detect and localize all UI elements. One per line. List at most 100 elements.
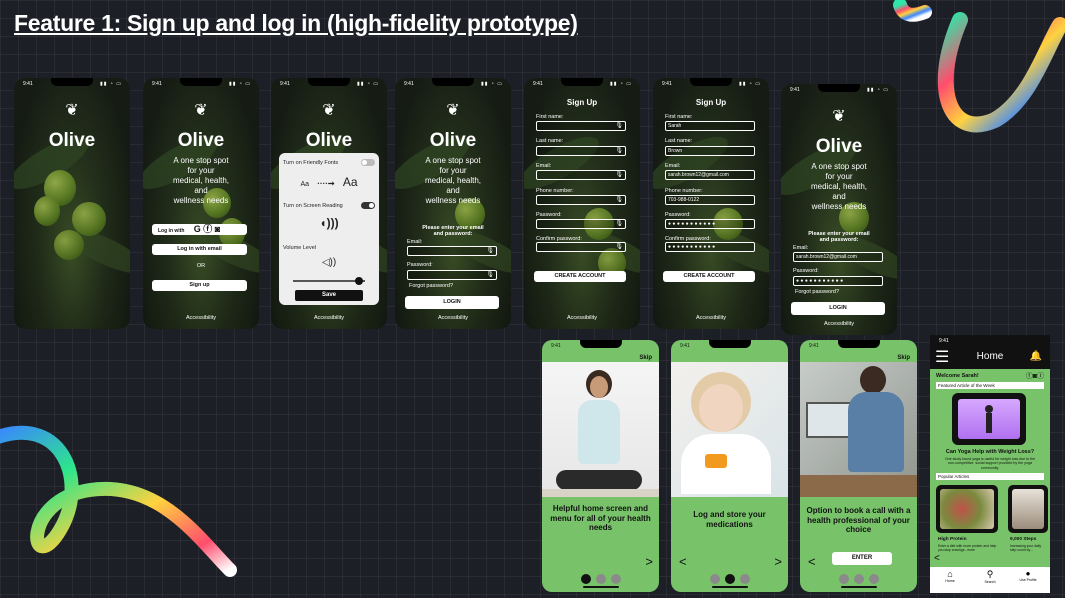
login-with-email-button[interactable]: Log in with email	[152, 244, 247, 255]
login-prompt: Please enter your email and password:	[422, 225, 484, 237]
mic-icon[interactable]: 🎙	[615, 147, 623, 155]
password-field[interactable]: ● ● ● ● ● ● ● ● ● ● ●	[665, 219, 755, 229]
page-dot[interactable]	[868, 574, 879, 584]
mic-icon[interactable]: 🎙	[615, 243, 623, 251]
page-title: Feature 1: Sign up and log in (high-fide…	[14, 10, 578, 36]
notification-bell-icon[interactable]: 🔔	[1030, 351, 1042, 362]
page-dot[interactable]	[595, 574, 606, 584]
confirm-password-field[interactable]: 🎙	[536, 242, 626, 252]
login-with-social-button[interactable]: Log in with G ⓕ ◙	[152, 224, 247, 235]
status-icons: ▮▮ ◔ ▭	[866, 87, 889, 93]
phone-field[interactable]: 703-988-0122	[665, 195, 755, 205]
nav-search[interactable]: ⚲ Search	[980, 569, 1000, 584]
olive-logo-icon: ❦	[194, 102, 208, 119]
signup-title: Sign Up	[566, 98, 598, 107]
next-arrow-icon[interactable]: >	[645, 554, 653, 569]
accessibility-link[interactable]: Accessibility	[653, 315, 769, 321]
screen-reading-toggle[interactable]	[361, 202, 375, 209]
page-dot[interactable]	[739, 574, 750, 584]
password-field[interactable]: 🎙	[536, 219, 626, 229]
notch	[51, 78, 93, 86]
email-field[interactable]: 🎙	[536, 170, 626, 180]
accessibility-link[interactable]: Accessibility	[395, 315, 511, 321]
page-dot[interactable]	[709, 574, 720, 584]
last-name-field[interactable]: 🎙	[536, 146, 626, 156]
login-button[interactable]: LOGIN	[791, 302, 885, 315]
status-time: 9:41	[152, 81, 162, 87]
featured-article-image[interactable]	[952, 393, 1026, 445]
page-dot[interactable]	[610, 574, 621, 584]
skip-button[interactable]: Skip	[639, 355, 652, 361]
home-indicator	[711, 586, 748, 588]
page-dot[interactable]	[838, 574, 849, 584]
create-account-button[interactable]: CREATE ACCOUNT	[663, 271, 755, 282]
status-time: 9:41	[23, 81, 33, 87]
last-name-field[interactable]: Brown	[665, 146, 755, 156]
nav-home[interactable]: ⌂ Home	[940, 569, 960, 583]
accessibility-link[interactable]: Accessibility	[781, 321, 897, 327]
nav-home-label: Home	[945, 579, 955, 583]
next-arrow-icon[interactable]: >	[774, 554, 782, 569]
mic-icon[interactable]: 🎙	[486, 247, 494, 255]
article-card-1[interactable]	[936, 485, 998, 533]
home-screen: 9:41 ☰ Home 🔔 Welcome Sarah! ⓕ◙ⓣ Feature…	[930, 335, 1050, 593]
phone-field[interactable]: 🎙	[536, 195, 626, 205]
forgot-password-link[interactable]: Forgot password?	[409, 283, 453, 289]
featured-article-title[interactable]: Can Yoga Help with Weight Loss?	[934, 449, 1046, 455]
status-time: 9:41	[280, 81, 290, 87]
nav-profile[interactable]: ● Use Profile	[1014, 569, 1042, 582]
volume-slider-knob[interactable]	[355, 277, 364, 285]
mic-icon[interactable]: 🎙	[615, 220, 623, 228]
mic-icon[interactable]: 🎙	[615, 196, 623, 204]
olive-logo-icon: ❦	[832, 108, 846, 125]
accessibility-link[interactable]: Accessibility	[524, 315, 640, 321]
prev-arrow-icon[interactable]: <	[679, 554, 687, 569]
accessibility-link[interactable]: Accessibility	[271, 315, 387, 321]
page-dot[interactable]	[580, 574, 591, 584]
confirm-password-field[interactable]: ● ● ● ● ● ● ● ● ● ● ●	[665, 242, 755, 252]
prev-arrow-icon[interactable]: <	[808, 554, 816, 569]
email-label: Email:	[407, 239, 423, 245]
article-card-2[interactable]	[1008, 485, 1048, 533]
social-icons[interactable]: G ⓕ ◙	[194, 224, 220, 234]
article-card-1-title[interactable]: High Protein	[938, 537, 967, 542]
app-name: Olive	[177, 130, 225, 151]
mic-icon[interactable]: 🎙	[486, 271, 494, 279]
featured-article-desc: One study found yoga is useful for weigh…	[944, 457, 1036, 470]
accessibility-link[interactable]: Accessibility	[143, 315, 259, 321]
nav-profile-label: Use Profile	[1019, 578, 1037, 582]
skip-button[interactable]: Skip	[897, 355, 910, 361]
page-dot[interactable]	[724, 574, 735, 584]
email-field[interactable]: sarah.brown12@gmail.com	[793, 252, 883, 262]
pagination-dots	[709, 574, 750, 584]
signup-filled-screen: 9:41 ▮▮ ◔ ▭ Sign Up First name: Sarah La…	[653, 78, 769, 329]
signup-button[interactable]: Sign up	[152, 280, 247, 291]
password-field[interactable]: ● ● ● ● ● ● ● ● ● ● ●	[793, 276, 883, 286]
splash-screen: 9:41 ▮▮ ◔ ▭ ❦ Olive	[14, 78, 130, 329]
mic-icon[interactable]: 🎙	[615, 171, 623, 179]
status-time: 9:41	[404, 81, 414, 87]
save-button[interactable]: Save	[295, 290, 363, 301]
status-icons: ▮▮ ◔ ▭	[738, 81, 761, 87]
article-card-2-title[interactable]: 9,000 Steps	[1010, 537, 1036, 542]
page-dot[interactable]	[853, 574, 864, 584]
first-name-field[interactable]: 🎙	[536, 121, 626, 131]
first-name-field[interactable]: Sarah	[665, 121, 755, 131]
login-filled-screen: 9:41 ▮▮ ◔ ▭ ❦ Olive A one stop spot for y…	[781, 84, 897, 335]
forgot-password-link[interactable]: Forgot password?	[795, 289, 839, 295]
volume-slider[interactable]	[293, 277, 365, 285]
back-arrow-icon[interactable]: <	[934, 553, 940, 564]
pagination-dots	[838, 574, 879, 584]
social-icons[interactable]: ⓕ◙ⓣ	[1026, 371, 1044, 381]
email-field[interactable]: 🎙	[407, 246, 497, 256]
friendly-fonts-toggle[interactable]	[361, 159, 375, 166]
status-time: 9:41	[939, 338, 949, 344]
create-account-button[interactable]: CREATE ACCOUNT	[534, 271, 626, 282]
login-button[interactable]: LOGIN	[405, 296, 499, 309]
app-name: Olive	[429, 130, 477, 151]
email-field[interactable]: sarah.brown12@gmail.com	[665, 170, 755, 180]
mic-icon[interactable]: 🎙	[615, 122, 623, 130]
friendly-fonts-label: Turn on Friendly Fonts	[283, 160, 339, 166]
enter-button[interactable]: ENTER	[832, 552, 892, 565]
password-field[interactable]: 🎙	[407, 270, 497, 280]
